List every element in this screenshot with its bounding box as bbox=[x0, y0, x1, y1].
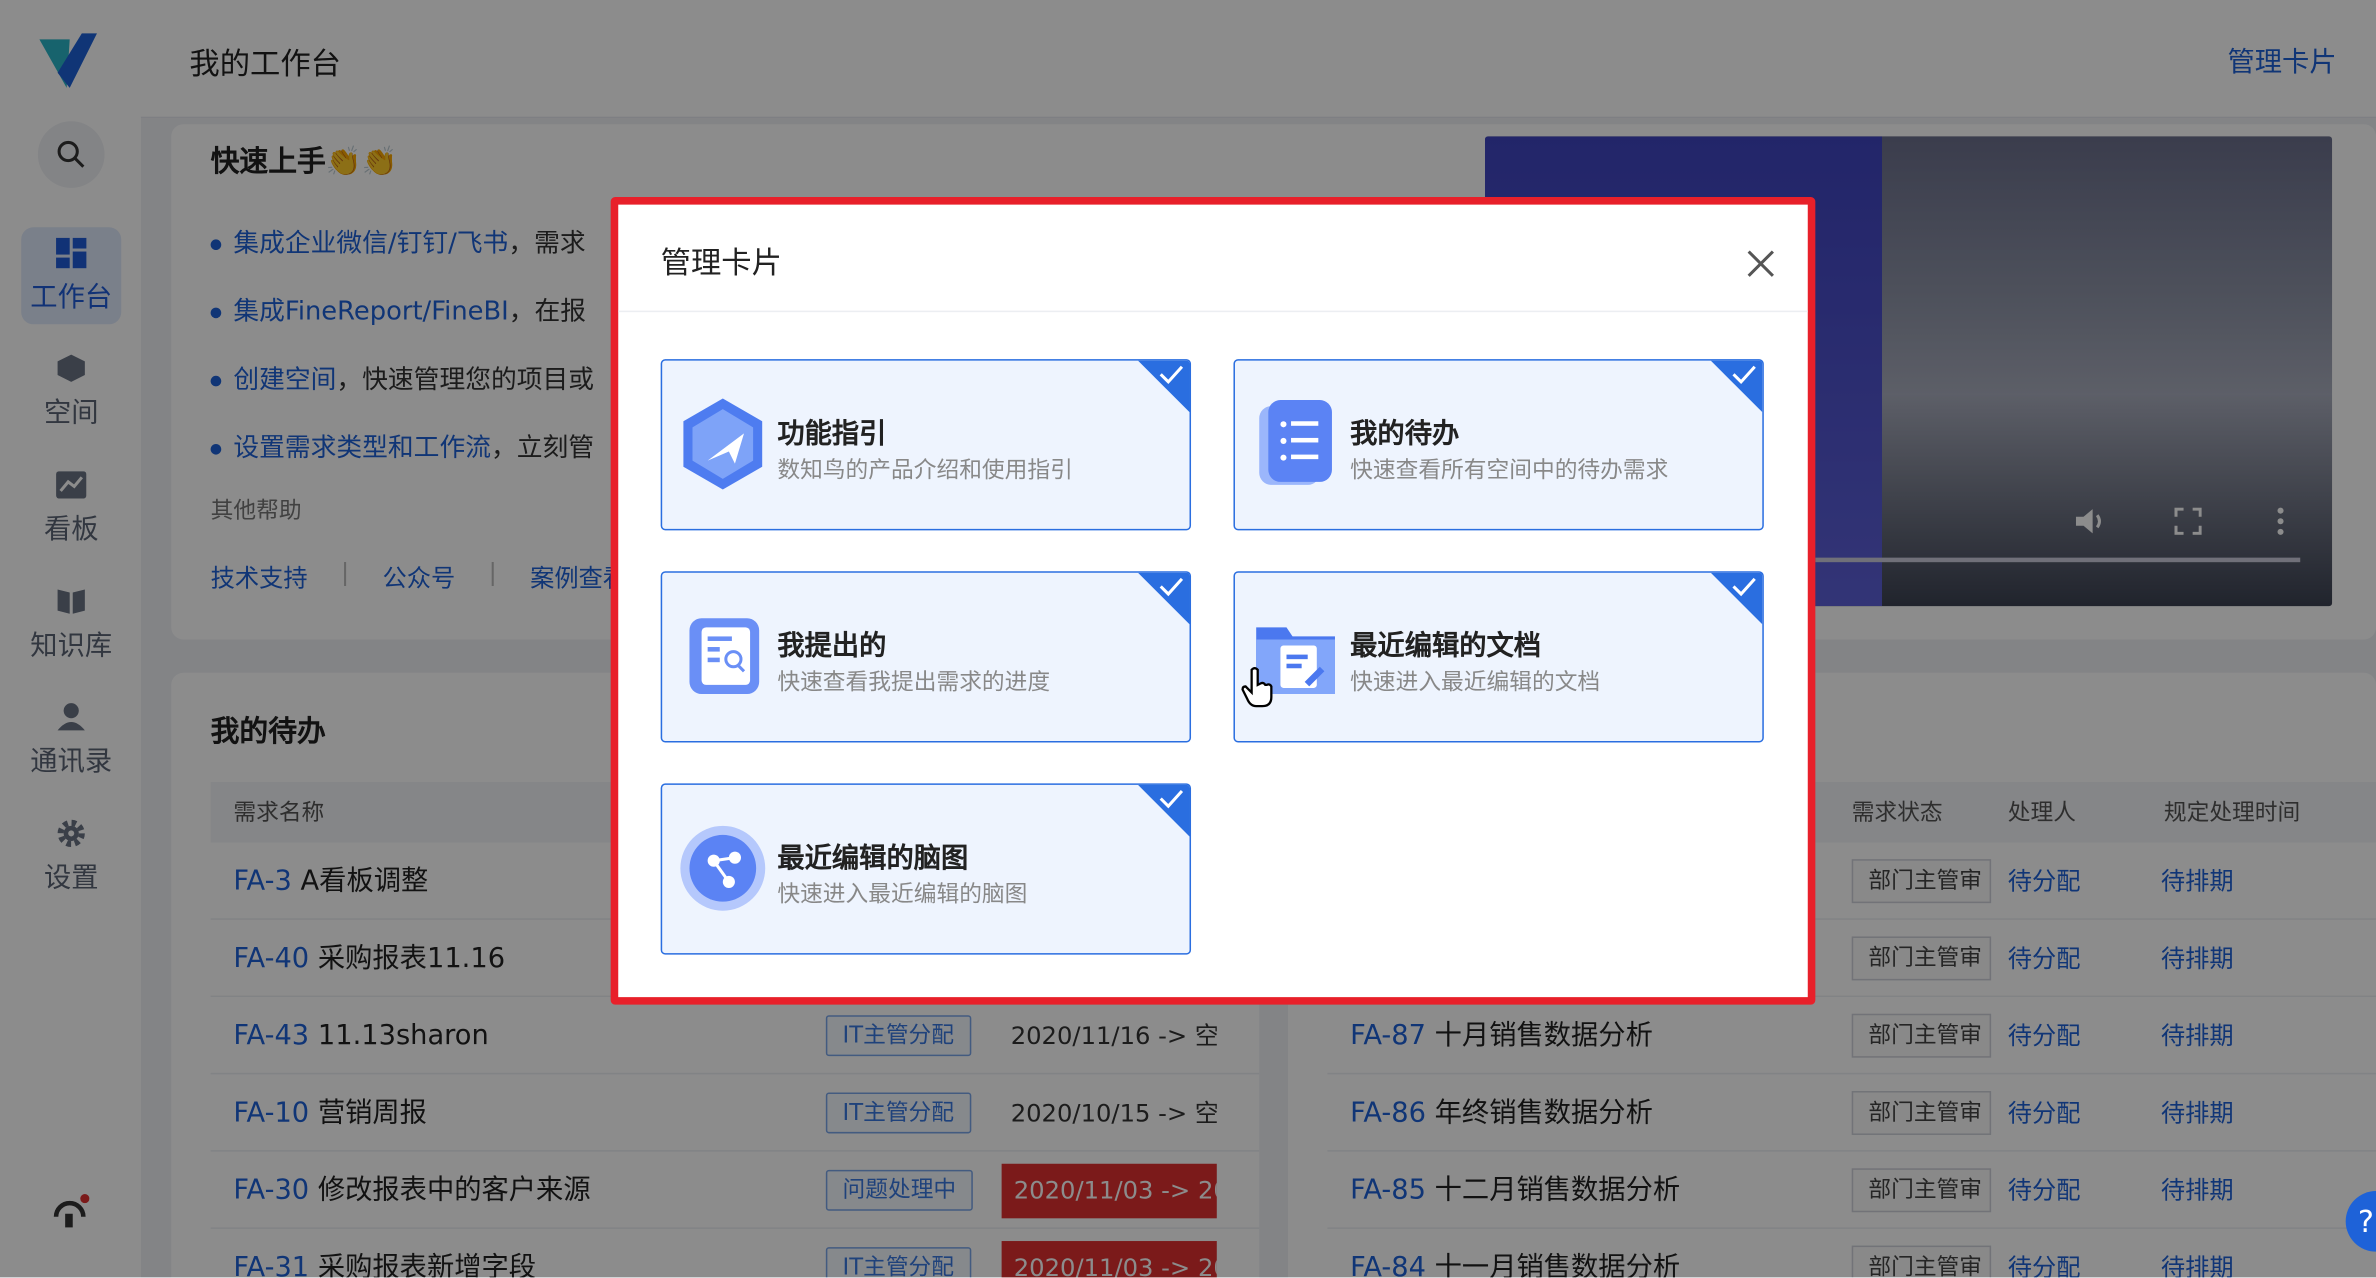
card-option-guide[interactable]: 功能指引 数知鸟的产品介绍和使用指引 bbox=[660, 359, 1192, 531]
card-desc: 快速查看所有空间中的待办需求 bbox=[1350, 456, 1669, 484]
checkmark-icon bbox=[1159, 577, 1184, 597]
checkmark-icon bbox=[1732, 577, 1756, 597]
guide-icon bbox=[683, 398, 763, 490]
card-desc: 快速进入最近编辑的文档 bbox=[1350, 668, 1601, 696]
checkmark-icon bbox=[1159, 365, 1184, 385]
card-name: 最近编辑的脑图 bbox=[777, 842, 969, 875]
close-button[interactable] bbox=[1740, 242, 1782, 284]
hand-cursor-icon bbox=[1241, 667, 1273, 708]
checkmark-icon bbox=[1732, 365, 1756, 385]
card-desc: 数知鸟的产品介绍和使用指引 bbox=[777, 456, 1073, 484]
request-search-icon bbox=[689, 618, 760, 695]
card-option-my-todo[interactable]: 我的待办 快速查看所有空间中的待办需求 bbox=[1233, 359, 1764, 531]
card-name: 我的待办 bbox=[1350, 418, 1460, 451]
todo-list-icon bbox=[1259, 400, 1332, 485]
divider bbox=[618, 310, 1808, 313]
card-desc: 快速查看我提出需求的进度 bbox=[777, 668, 1051, 696]
card-name: 最近编辑的文档 bbox=[1350, 630, 1542, 663]
card-option-my-requests[interactable]: 我提出的 快速查看我提出需求的进度 bbox=[660, 571, 1192, 743]
checkmark-icon bbox=[1159, 789, 1184, 809]
close-icon bbox=[1747, 250, 1774, 277]
card-name: 功能指引 bbox=[777, 418, 887, 451]
dialog-title: 管理卡片 bbox=[660, 243, 782, 281]
card-option-recent-docs[interactable]: 最近编辑的文档 快速进入最近编辑的文档 bbox=[1233, 571, 1764, 743]
card-name: 我提出的 bbox=[777, 630, 887, 663]
card-desc: 快速进入最近编辑的脑图 bbox=[777, 880, 1028, 908]
card-option-recent-mindmaps[interactable]: 最近编辑的脑图 快速进入最近编辑的脑图 bbox=[660, 783, 1192, 955]
manage-cards-dialog: 管理卡片 功能指引 数知鸟的产品介绍和使用指引 我的待办 快速查看所有空间中的待… bbox=[610, 196, 1816, 1005]
mindmap-icon bbox=[680, 825, 766, 911]
